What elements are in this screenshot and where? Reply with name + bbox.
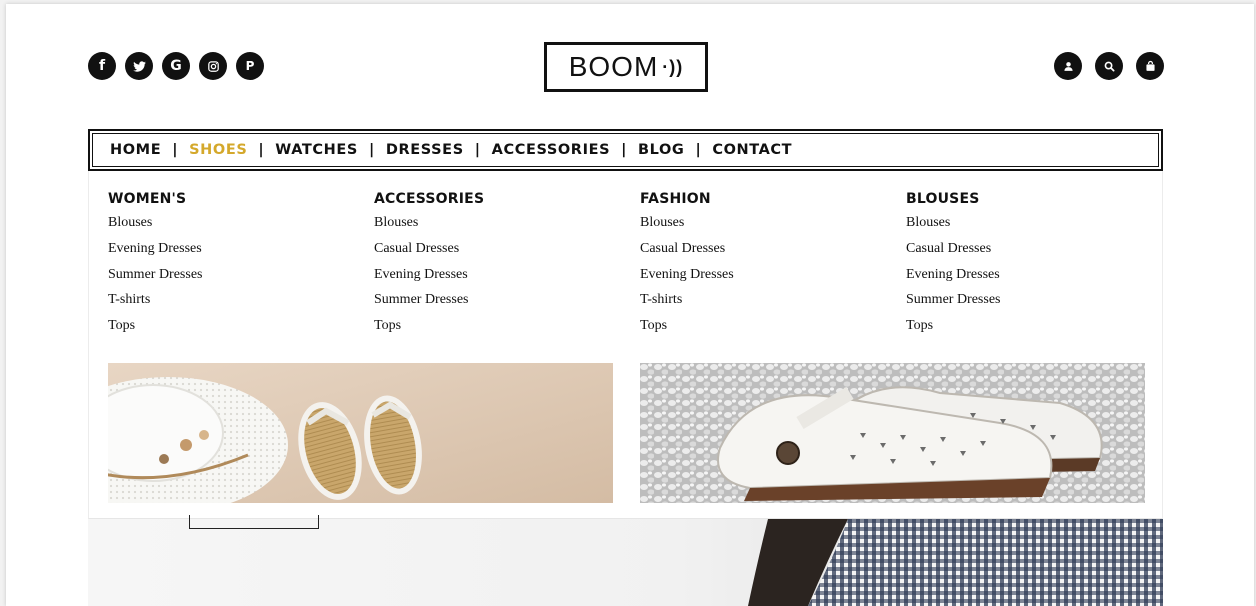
logo-text: BOOM	[568, 51, 659, 82]
menu-column-blouses: BLOUSES Blouses Casual Dresses Evening D…	[906, 191, 1001, 342]
nav-separator: |	[695, 142, 702, 158]
logo-mark: ·))	[662, 56, 684, 77]
menu-link[interactable]: Summer Dresses	[374, 290, 484, 316]
menu-link[interactable]: Blouses	[374, 213, 484, 239]
column-heading[interactable]: FASHION	[640, 191, 734, 207]
nav-separator: |	[621, 142, 628, 158]
link-list: Blouses Casual Dresses Evening Dresses S…	[906, 213, 1001, 342]
google-glyph: G	[170, 58, 182, 74]
menu-column-womens: WOMEN'S Blouses Evening Dresses Summer D…	[108, 191, 203, 342]
menu-link[interactable]: Evening Dresses	[374, 265, 484, 291]
menu-link[interactable]: Casual Dresses	[906, 239, 1001, 265]
nav-bar: HOME | SHOES | WATCHES | DRESSES | ACCES…	[92, 133, 1159, 167]
menu-link[interactable]: Casual Dresses	[640, 239, 734, 265]
header-actions	[1054, 52, 1164, 80]
column-heading[interactable]: BLOUSES	[906, 191, 1001, 207]
menu-link[interactable]: Blouses	[108, 213, 203, 239]
nav-separator: |	[172, 142, 179, 158]
menu-link[interactable]: Summer Dresses	[108, 265, 203, 291]
menu-link[interactable]: T-shirts	[108, 290, 203, 316]
mega-menu: WOMEN'S Blouses Evening Dresses Summer D…	[88, 171, 1163, 519]
nav-item-watches[interactable]: WATCHES	[275, 142, 358, 158]
hero-image	[88, 519, 1163, 606]
instagram-icon[interactable]	[199, 52, 227, 80]
white-leather-shoes-image[interactable]	[640, 363, 1145, 503]
nav-item-blog[interactable]: BLOG	[638, 142, 684, 158]
beach-hat-flip-flops-image[interactable]	[108, 363, 613, 503]
main-navigation: HOME | SHOES | WATCHES | DRESSES | ACCES…	[88, 129, 1163, 171]
nav-separator: |	[474, 142, 481, 158]
column-heading[interactable]: WOMEN'S	[108, 191, 203, 207]
facebook-icon[interactable]: f	[88, 52, 116, 80]
nav-item-accessories[interactable]: ACCESSORIES	[492, 142, 610, 158]
nav-item-home[interactable]: HOME	[110, 142, 161, 158]
user-icon[interactable]	[1054, 52, 1082, 80]
menu-link[interactable]: Tops	[374, 316, 484, 342]
google-icon[interactable]: G	[162, 52, 190, 80]
menu-link[interactable]: Casual Dresses	[374, 239, 484, 265]
menu-column-accessories: ACCESSORIES Blouses Casual Dresses Eveni…	[374, 191, 484, 342]
social-links: f G P	[88, 52, 264, 80]
page-frame: f G P BOOM ·)) HOME | SHOES | WATCHES | …	[6, 4, 1254, 606]
nav-item-shoes[interactable]: SHOES	[189, 142, 247, 158]
menu-link[interactable]: Blouses	[906, 213, 1001, 239]
nav-item-contact[interactable]: CONTACT	[712, 142, 792, 158]
menu-link[interactable]: Tops	[640, 316, 734, 342]
menu-link[interactable]: Evening Dresses	[108, 239, 203, 265]
menu-link[interactable]: Tops	[906, 316, 1001, 342]
column-heading[interactable]: ACCESSORIES	[374, 191, 484, 207]
pinterest-icon[interactable]: P	[236, 52, 264, 80]
cart-icon[interactable]	[1136, 52, 1164, 80]
menu-link[interactable]: Evening Dresses	[640, 265, 734, 291]
menu-link[interactable]: Summer Dresses	[906, 290, 1001, 316]
nav-separator: |	[368, 142, 375, 158]
menu-link[interactable]: Evening Dresses	[906, 265, 1001, 291]
menu-link[interactable]: Blouses	[640, 213, 734, 239]
menu-column-fashion: FASHION Blouses Casual Dresses Evening D…	[640, 191, 734, 342]
nav-item-dresses[interactable]: DRESSES	[386, 142, 464, 158]
link-list: Blouses Casual Dresses Evening Dresses T…	[640, 213, 734, 342]
link-list: Blouses Evening Dresses Summer Dresses T…	[108, 213, 203, 342]
search-icon[interactable]	[1095, 52, 1123, 80]
facebook-glyph: f	[98, 58, 106, 74]
hero-button-outline[interactable]	[189, 515, 319, 529]
menu-link[interactable]: T-shirts	[640, 290, 734, 316]
pinterest-glyph: P	[245, 59, 255, 73]
nav-separator: |	[258, 142, 265, 158]
link-list: Blouses Casual Dresses Evening Dresses S…	[374, 213, 484, 342]
brand-logo[interactable]: BOOM ·))	[544, 42, 708, 92]
menu-link[interactable]: Tops	[108, 316, 203, 342]
twitter-icon[interactable]	[125, 52, 153, 80]
